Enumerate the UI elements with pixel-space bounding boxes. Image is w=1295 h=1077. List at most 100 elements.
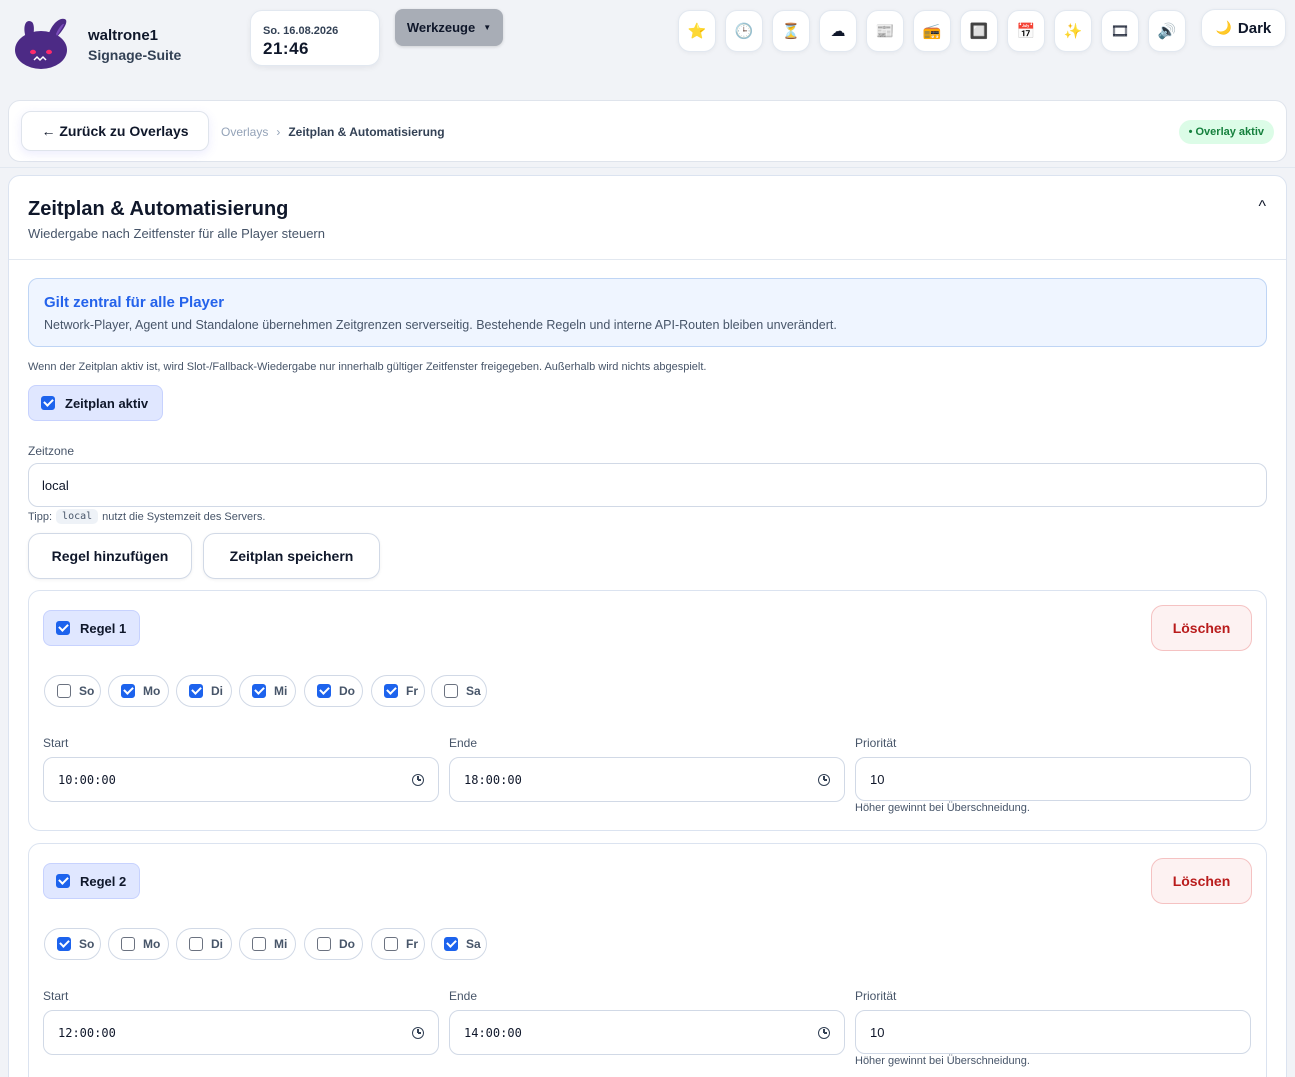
day-checkbox[interactable]	[252, 937, 266, 951]
tools-dropdown-button[interactable]: Werkzeuge ▼	[395, 9, 503, 46]
day-toggle-do[interactable]: Do	[304, 928, 363, 960]
day-checkbox[interactable]	[189, 684, 203, 698]
day-checkbox[interactable]	[252, 684, 266, 698]
day-label: Fr	[406, 937, 418, 951]
bunny-logo-icon	[15, 18, 67, 69]
info-text: Network-Player, Agent und Standalone übe…	[44, 318, 837, 332]
day-toggle-fr[interactable]: Fr	[371, 675, 425, 707]
day-checkbox[interactable]	[317, 684, 331, 698]
day-label: So	[79, 684, 95, 698]
day-checkbox[interactable]	[57, 684, 71, 698]
clock-icon[interactable]	[412, 773, 424, 786]
news-icon[interactable]: 📰	[866, 10, 904, 52]
schedule-hint: Wenn der Zeitplan aktiv ist, wird Slot-/…	[28, 361, 707, 373]
rule-enabled-toggle[interactable]: Regel 1	[43, 610, 140, 646]
day-toggle-di[interactable]: Di	[176, 675, 232, 707]
day-toggle-di[interactable]: Di	[176, 928, 232, 960]
film-icon[interactable]: 🎞	[1101, 10, 1139, 52]
day-toggle-mi[interactable]: Mi	[239, 675, 296, 707]
day-checkbox[interactable]	[121, 937, 135, 951]
rule-enabled-toggle[interactable]: Regel 2	[43, 863, 140, 899]
end-time-input[interactable]: 18:00:00	[449, 757, 845, 802]
rule-enabled-checkbox[interactable]	[56, 621, 70, 635]
delete-rule-button[interactable]: Löschen	[1151, 858, 1252, 904]
day-toggle-sa[interactable]: Sa	[431, 675, 487, 707]
rule-label: Regel 2	[80, 873, 127, 889]
schedule-active-checkbox[interactable]	[41, 396, 55, 410]
panel-divider	[9, 259, 1286, 260]
end-label: Ende	[449, 736, 478, 750]
day-checkbox[interactable]	[189, 937, 203, 951]
hourglass-icon[interactable]: ⏳	[772, 10, 810, 52]
clock-icon[interactable]	[412, 1026, 424, 1039]
priority-hint: Höher gewinnt bei Überschneidung.	[855, 802, 1030, 814]
schedule-active-toggle[interactable]: Zeitplan aktiv	[28, 385, 163, 421]
start-time-input[interactable]: 10:00:00	[43, 757, 439, 802]
app-name: Signage-Suite	[88, 47, 182, 63]
day-label: Di	[211, 937, 223, 951]
end-time-value: 14:00:00	[464, 1025, 522, 1040]
day-label: Mi	[274, 937, 288, 951]
breadcrumb-overlays-link[interactable]: Overlays	[221, 125, 268, 139]
day-checkbox[interactable]	[121, 684, 135, 698]
timezone-input[interactable]: local	[28, 463, 1267, 507]
start-label: Start	[43, 989, 69, 1003]
priority-label: Priorität	[855, 736, 897, 750]
tip-code: local	[56, 509, 99, 524]
save-schedule-button[interactable]: Zeitplan speichern	[203, 533, 380, 579]
day-checkbox[interactable]	[384, 937, 398, 951]
day-label: Do	[339, 937, 355, 951]
start-time-input[interactable]: 12:00:00	[43, 1010, 439, 1055]
overlay-status-badge: • Overlay aktiv	[1178, 120, 1274, 144]
day-toggle-fr[interactable]: Fr	[371, 928, 425, 960]
caret-down-icon: ▼	[483, 23, 492, 32]
end-label: Ende	[449, 989, 478, 1003]
day-toggle-do[interactable]: Do	[304, 675, 363, 707]
day-toggle-mo[interactable]: Mo	[108, 675, 169, 707]
end-time-input[interactable]: 14:00:00	[449, 1010, 845, 1055]
add-rule-button[interactable]: Regel hinzufügen	[28, 533, 192, 579]
day-toggle-mo[interactable]: Mo	[108, 928, 169, 960]
clock-icon[interactable]	[818, 1026, 830, 1039]
radio-icon[interactable]: 📻	[913, 10, 951, 52]
day-checkbox[interactable]	[317, 937, 331, 951]
frame-icon[interactable]: 🔲	[960, 10, 998, 52]
priority-input[interactable]: 10	[855, 1010, 1251, 1054]
day-toggle-mi[interactable]: Mi	[239, 928, 296, 960]
breadcrumb-bar: ← Zurück zu Overlays Overlays › Zeitplan…	[8, 100, 1287, 162]
sparkles-icon[interactable]: ✨	[1054, 10, 1092, 52]
star-icon[interactable]: ⭐	[678, 10, 716, 52]
day-toggle-so[interactable]: So	[44, 928, 101, 960]
day-checkbox[interactable]	[57, 937, 71, 951]
day-checkbox[interactable]	[444, 684, 458, 698]
back-to-overlays-button[interactable]: ← Zurück zu Overlays	[21, 111, 209, 151]
collapse-chevron-icon[interactable]: ^	[1258, 198, 1266, 216]
day-checkbox[interactable]	[384, 684, 398, 698]
theme-toggle-button[interactable]: 🌙 Dark	[1201, 9, 1286, 47]
day-checkbox[interactable]	[444, 937, 458, 951]
day-label: Sa	[466, 937, 481, 951]
calendar-icon[interactable]: 📅	[1007, 10, 1045, 52]
schedule-panel: Zeitplan & Automatisierung Wiedergabe na…	[8, 175, 1287, 1077]
day-label: So	[79, 937, 95, 951]
rule-enabled-checkbox[interactable]	[56, 874, 70, 888]
tools-label: Werkzeuge	[406, 20, 476, 35]
start-label: Start	[43, 736, 69, 750]
day-toggle-so[interactable]: So	[44, 675, 101, 707]
rule-label: Regel 1	[80, 620, 127, 636]
day-toggle-sa[interactable]: Sa	[431, 928, 487, 960]
theme-label: Dark	[1237, 19, 1272, 37]
clock-icon[interactable]	[818, 773, 830, 786]
moon-icon: 🌙	[1215, 20, 1232, 35]
day-label: Di	[211, 684, 223, 698]
end-time-value: 18:00:00	[464, 772, 522, 787]
priority-input[interactable]: 10	[855, 757, 1251, 801]
cloud-icon[interactable]: ☁	[819, 10, 857, 52]
tip-prefix: Tipp:	[28, 510, 53, 523]
start-time-value: 10:00:00	[58, 772, 116, 787]
delete-rule-button[interactable]: Löschen	[1151, 605, 1252, 651]
breadcrumb-separator: ›	[276, 125, 281, 139]
clock-icon[interactable]: 🕒	[725, 10, 763, 52]
speaker-icon[interactable]: 🔊	[1148, 10, 1186, 52]
page-title: Zeitplan & Automatisierung	[28, 198, 289, 220]
